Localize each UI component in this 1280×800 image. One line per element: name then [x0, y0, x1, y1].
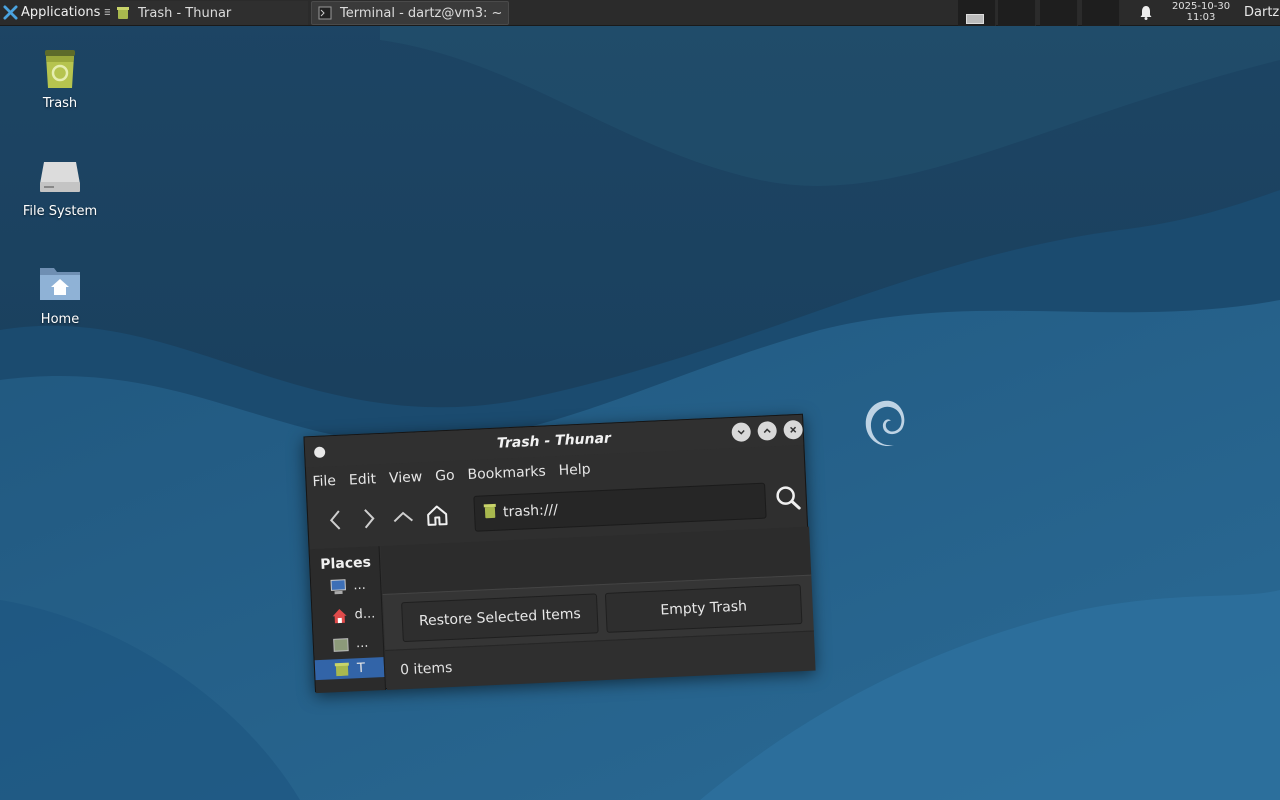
sidebar-item-trash[interactable]: T: [314, 657, 385, 681]
close-button[interactable]: [783, 419, 804, 440]
user-menu[interactable]: Dartz: [1244, 5, 1279, 20]
top-panel: Applications ≡ Trash - Thunar Terminal -…: [0, 0, 1280, 26]
minimize-button[interactable]: [731, 422, 752, 443]
chevron-left-icon: [329, 510, 341, 530]
menu-edit[interactable]: Edit: [349, 471, 377, 488]
trash-icon: [116, 6, 130, 20]
maximize-button[interactable]: [757, 421, 778, 441]
sidebar-item-label: ...: [355, 635, 369, 652]
menu-help[interactable]: Help: [558, 461, 591, 478]
taskbar-item-label: Trash - Thunar: [138, 5, 232, 21]
close-icon: [790, 426, 797, 433]
sidebar-item-label: d...: [354, 606, 376, 623]
xfce-logo-icon: [3, 5, 18, 20]
home-folder-icon: [36, 260, 84, 308]
search-button[interactable]: [773, 483, 802, 516]
window-title: Trash - Thunar: [496, 430, 612, 452]
sidebar-item-label: T: [356, 660, 366, 676]
desktop-icon-home[interactable]: Home: [10, 260, 110, 327]
sidebar-item-home[interactable]: d...: [312, 599, 382, 631]
parent-folder-button[interactable]: [385, 499, 421, 535]
empty-trash-button[interactable]: Empty Trash: [604, 584, 803, 633]
taskbar-item-thunar[interactable]: Trash - Thunar: [110, 1, 308, 25]
item-count: 0 items: [399, 659, 453, 678]
desktop-wallpaper: [0, 0, 1280, 800]
drive-icon: [36, 152, 84, 200]
home-button[interactable]: [419, 498, 455, 534]
debian-logo-icon: [865, 400, 905, 447]
taskbar-item-label: Terminal - dartz@vm3: ~: [340, 5, 503, 21]
forward-button[interactable]: [351, 501, 387, 537]
bell-icon[interactable]: [1139, 5, 1153, 24]
trash-icon: [483, 503, 498, 524]
chevron-down-icon: [737, 429, 745, 435]
applications-menu-button[interactable]: Applications ≡: [0, 0, 118, 26]
window-menu-icon[interactable]: [313, 446, 326, 458]
restore-selected-items-button[interactable]: Restore Selected Items: [401, 593, 599, 643]
sidebar-item-label: ...: [352, 577, 367, 594]
taskbar-item-terminal[interactable]: Terminal - dartz@vm3: ~: [311, 1, 509, 25]
sidebar-item-computer[interactable]: ...: [311, 570, 381, 602]
chevron-right-icon: [364, 509, 375, 529]
desktop-icon-trash[interactable]: Trash: [10, 44, 110, 111]
menu-view[interactable]: View: [389, 469, 423, 486]
sidebar-places: Places ... d... ... T: [309, 546, 387, 694]
location-path: trash:///: [502, 502, 559, 521]
clock-date: 2025-10-30: [1171, 1, 1231, 12]
chevron-up-icon: [763, 428, 771, 434]
desktop-icon-label: File System: [22, 204, 98, 219]
menu-bookmarks[interactable]: Bookmarks: [467, 464, 546, 484]
workspace-4[interactable]: [1082, 0, 1120, 26]
workspace-2[interactable]: [998, 0, 1036, 26]
sidebar-item-desktop[interactable]: ...: [313, 628, 383, 660]
applications-label: Applications: [21, 5, 101, 20]
desktop-icon-file-system[interactable]: File System: [10, 152, 110, 219]
search-icon: [776, 486, 801, 510]
workspace-1[interactable]: [958, 0, 996, 26]
workspace-3[interactable]: [1040, 0, 1078, 26]
home-icon: [330, 606, 349, 625]
computer-icon: [329, 577, 348, 596]
terminal-icon: [318, 6, 332, 20]
trash-icon: [333, 662, 352, 677]
menu-file[interactable]: File: [312, 473, 336, 490]
menu-go[interactable]: Go: [435, 468, 455, 485]
trash-icon: [36, 44, 84, 92]
desktop-icon-label: Home: [40, 312, 80, 327]
desktop-icon: [332, 635, 351, 654]
panel-clock[interactable]: 2025-10-30 11:03: [1166, 1, 1236, 23]
clock-time: 11:03: [1186, 12, 1216, 23]
desktop-icon-label: Trash: [42, 96, 78, 111]
home-icon: [427, 505, 448, 526]
sidebar-heading: Places: [319, 554, 372, 573]
chevron-up-icon: [393, 511, 414, 523]
thunar-window: Trash - Thunar File Edit View Go Bookmar…: [303, 413, 816, 694]
back-button[interactable]: [318, 502, 354, 538]
